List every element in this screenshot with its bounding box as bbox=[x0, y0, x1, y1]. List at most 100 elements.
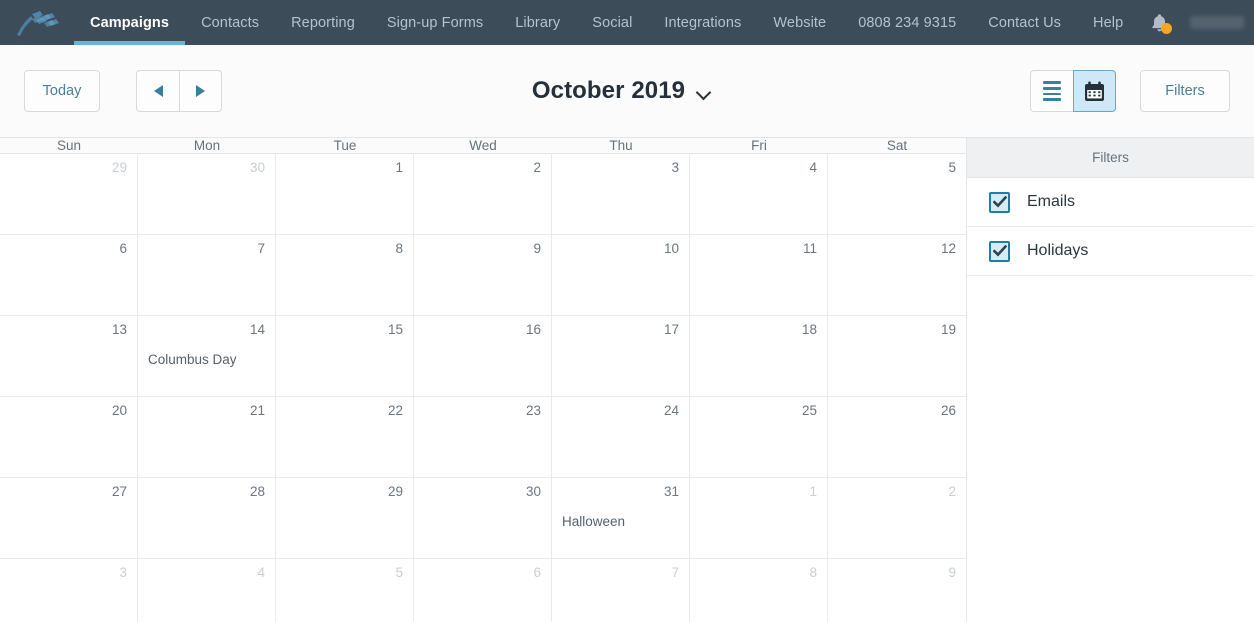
nav-item-help[interactable]: Help bbox=[1077, 0, 1139, 45]
calendar-day-cell[interactable]: 26 bbox=[828, 397, 966, 477]
calendar-view-icon bbox=[1085, 81, 1104, 101]
calendar-day-cell[interactable]: 6 bbox=[0, 235, 138, 315]
filters-button[interactable]: Filters bbox=[1140, 70, 1230, 112]
calendar-day-cell[interactable]: 27 bbox=[0, 478, 138, 558]
calendar-day-cell[interactable]: 29 bbox=[0, 154, 138, 234]
previous-month-button[interactable] bbox=[136, 70, 179, 112]
calendar-day-cell[interactable]: 1 bbox=[690, 478, 828, 558]
day-number: 14 bbox=[249, 322, 265, 337]
calendar-day-cell[interactable]: 30 bbox=[138, 154, 276, 234]
nav-label: Integrations bbox=[664, 14, 742, 31]
filters-list: Emails Holidays bbox=[967, 178, 1254, 276]
chevron-left-icon bbox=[153, 85, 163, 97]
calendar-day-cell[interactable]: 2 bbox=[828, 478, 966, 558]
calendar-day-cell[interactable]: 9 bbox=[828, 559, 966, 622]
filter-row[interactable]: Holidays bbox=[967, 227, 1254, 276]
filters-panel: Filters Emails Holidays bbox=[966, 138, 1254, 622]
next-month-button[interactable] bbox=[179, 70, 222, 112]
calendar-day-cell[interactable]: 29 bbox=[276, 478, 414, 558]
calendar-day-cell[interactable]: 28 bbox=[138, 478, 276, 558]
checkmark-icon bbox=[992, 245, 1007, 257]
calendar-day-cell[interactable]: 30 bbox=[414, 478, 552, 558]
nav-item-signup-forms[interactable]: Sign-up Forms bbox=[371, 0, 499, 45]
nav-label: Contact Us bbox=[988, 14, 1062, 31]
calendar-day-cell[interactable]: 20 bbox=[0, 397, 138, 477]
filter-checkbox[interactable] bbox=[989, 191, 1010, 213]
calendar-day-cell[interactable]: 5 bbox=[276, 559, 414, 622]
calendar-day-cell[interactable]: 8 bbox=[690, 559, 828, 622]
calendar-day-cell[interactable]: 6 bbox=[414, 559, 552, 622]
account-name-redacted[interactable] bbox=[1190, 16, 1244, 29]
calendar-day-cell[interactable]: 21 bbox=[138, 397, 276, 477]
list-view-icon bbox=[1043, 81, 1061, 101]
nav-item-reporting[interactable]: Reporting bbox=[275, 0, 371, 45]
nav-item-integrations[interactable]: Integrations bbox=[648, 0, 757, 45]
calendar-view-button[interactable] bbox=[1073, 70, 1116, 112]
calendar-day-cell[interactable]: 16 bbox=[414, 316, 552, 396]
calendar-week-row: 29 30 1 2 3 4 5 bbox=[0, 154, 966, 235]
calendar-event[interactable]: Halloween bbox=[562, 514, 679, 530]
calendar-day-cell[interactable]: 8 bbox=[276, 235, 414, 315]
calendar-day-cell[interactable]: 4 bbox=[138, 559, 276, 622]
day-number: 25 bbox=[801, 403, 817, 418]
nav-item-website[interactable]: Website bbox=[757, 0, 842, 45]
nav-item-contacts[interactable]: Contacts bbox=[185, 0, 275, 45]
calendar-day-cell[interactable]: 3 bbox=[552, 154, 690, 234]
calendar-day-cell[interactable]: 10 bbox=[552, 235, 690, 315]
nav-item-social[interactable]: Social bbox=[576, 0, 648, 45]
calendar-day-cell[interactable]: 2 bbox=[414, 154, 552, 234]
calendar-weeks: 29 30 1 2 3 4 5 6 7 8 9 10 11 12 13 14 Columbus Day 15 16 1… bbox=[0, 154, 966, 622]
day-number: 5 bbox=[948, 160, 956, 175]
calendar-day-cell[interactable]: 19 bbox=[828, 316, 966, 396]
filter-checkbox[interactable] bbox=[989, 240, 1010, 262]
calendar-day-cell[interactable]: 22 bbox=[276, 397, 414, 477]
calendar-day-cell[interactable]: 13 bbox=[0, 316, 138, 396]
nav-item-contact-us[interactable]: Contact Us bbox=[972, 0, 1077, 45]
day-number: 3 bbox=[671, 160, 679, 175]
today-button[interactable]: Today bbox=[24, 70, 100, 112]
month-selector[interactable]: October 2019 bbox=[532, 77, 710, 105]
day-number: 17 bbox=[663, 322, 679, 337]
nav-label: Contacts bbox=[201, 14, 260, 31]
day-number: 29 bbox=[111, 160, 127, 175]
month-navigation-group bbox=[136, 70, 222, 112]
day-number: 31 bbox=[663, 484, 679, 499]
notification-badge bbox=[1161, 22, 1172, 34]
nav-item-campaigns[interactable]: Campaigns bbox=[74, 0, 186, 45]
nav-item-library[interactable]: Library bbox=[499, 0, 576, 45]
calendar-day-cell[interactable]: 4 bbox=[690, 154, 828, 234]
calendar-day-cell[interactable]: 14 Columbus Day bbox=[138, 316, 276, 396]
nav-label: Social bbox=[592, 14, 633, 31]
calendar-day-cell[interactable]: 3 bbox=[0, 559, 138, 622]
calendar-day-cell[interactable]: 1 bbox=[276, 154, 414, 234]
page-title: October 2019 bbox=[531, 77, 686, 104]
calendar-day-cell[interactable]: 7 bbox=[552, 559, 690, 622]
dow-fri: Fri bbox=[751, 138, 767, 153]
calendar-day-cell[interactable]: 12 bbox=[828, 235, 966, 315]
calendar-day-cell[interactable]: 9 bbox=[414, 235, 552, 315]
day-number: 19 bbox=[940, 322, 956, 337]
calendar-day-cell[interactable]: 25 bbox=[690, 397, 828, 477]
toolbar-right-cluster: Filters bbox=[1030, 70, 1230, 112]
calendar-day-cell[interactable]: 5 bbox=[828, 154, 966, 234]
chevron-down-icon bbox=[697, 87, 710, 95]
nav-label: Sign-up Forms bbox=[386, 14, 484, 31]
calendar-event[interactable]: Columbus Day bbox=[148, 352, 265, 368]
day-number: 6 bbox=[533, 565, 541, 580]
calendar-day-cell[interactable]: 23 bbox=[414, 397, 552, 477]
calendar-day-cell[interactable]: 15 bbox=[276, 316, 414, 396]
calendar-day-cell[interactable]: 18 bbox=[690, 316, 828, 396]
calendar-day-cell[interactable]: 31 Halloween bbox=[552, 478, 690, 558]
notifications-button[interactable] bbox=[1144, 9, 1174, 37]
filter-row[interactable]: Emails bbox=[967, 178, 1254, 227]
day-number: 15 bbox=[387, 322, 403, 337]
list-view-button[interactable] bbox=[1030, 70, 1073, 112]
dow-mon: Mon bbox=[193, 138, 221, 153]
calendar-day-cell[interactable]: 17 bbox=[552, 316, 690, 396]
app-logo[interactable] bbox=[0, 0, 74, 45]
calendar-week-row: 6 7 8 9 10 11 12 bbox=[0, 235, 966, 316]
calendar-day-cell[interactable]: 24 bbox=[552, 397, 690, 477]
calendar-day-cell[interactable]: 7 bbox=[138, 235, 276, 315]
nav-item-phone-number[interactable]: 0808 234 9315 bbox=[842, 0, 972, 45]
calendar-day-cell[interactable]: 11 bbox=[690, 235, 828, 315]
